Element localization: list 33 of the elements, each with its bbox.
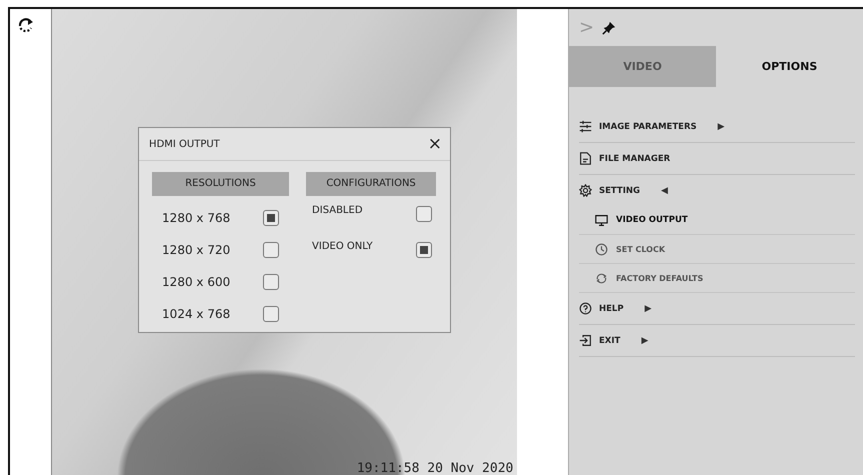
submenu-item[interactable]: SET CLOCK	[579, 235, 855, 264]
close-button[interactable]: ×	[428, 136, 442, 152]
checkbox[interactable]	[263, 242, 280, 258]
option-label: 1280 x 720	[162, 243, 230, 257]
refresh-icon	[595, 272, 608, 284]
exit-icon	[579, 334, 592, 347]
option-label: 1280 x 768	[162, 211, 230, 225]
sliders-icon	[579, 120, 592, 133]
option-label: 1280 x 600	[162, 275, 230, 289]
option-label: 1024 x 768	[162, 307, 230, 321]
pin-icon[interactable]	[602, 20, 616, 34]
checkbox[interactable]	[263, 306, 280, 322]
gear-icon	[579, 184, 592, 197]
submenu-item[interactable]: VIDEO OUTPUT	[579, 206, 855, 235]
file-icon	[579, 152, 592, 165]
help-icon	[579, 302, 592, 315]
submenu-item[interactable]: FACTORY DEFAULTS	[579, 264, 855, 293]
menu-item[interactable]: FILE MANAGER	[579, 143, 855, 175]
clock-icon	[595, 242, 608, 256]
option-label: VIDEO ONLY	[312, 240, 373, 252]
option-label: DISABLED	[312, 204, 363, 216]
menu-item[interactable]: SETTING ◀	[579, 175, 855, 206]
monitor-icon	[595, 214, 608, 226]
column-header: CONFIGURATIONS	[306, 172, 436, 196]
menu-item[interactable]: EXIT ▶	[579, 325, 855, 357]
checkbox[interactable]	[416, 206, 432, 222]
menu-item[interactable]: HELP ▶	[579, 293, 855, 325]
checkbox[interactable]	[263, 274, 280, 290]
checkbox[interactable]	[416, 242, 432, 258]
column-header: RESOLUTIONS	[152, 172, 290, 196]
dialog-title: HDMI OUTPUT	[149, 138, 220, 150]
checkbox[interactable]	[263, 210, 280, 226]
menu-item[interactable]: IMAGE PARAMETERS ▶	[579, 111, 855, 143]
